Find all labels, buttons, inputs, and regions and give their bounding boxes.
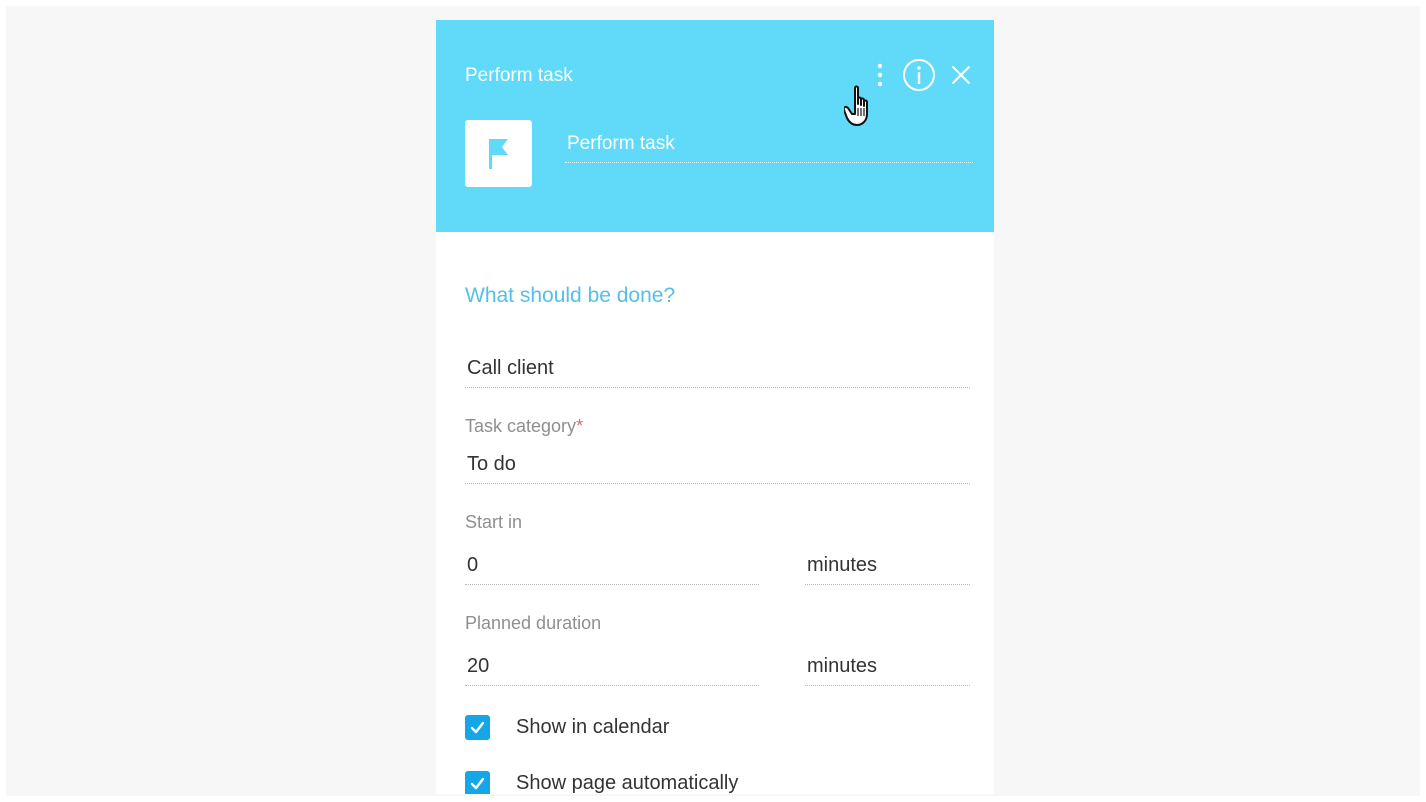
- header-actions: [872, 58, 972, 92]
- panel-body: What should be done? Call client Task ca…: [436, 232, 994, 794]
- flag-icon: [488, 138, 508, 169]
- start-in-value: 0: [467, 554, 479, 576]
- show-page-automatically-checkbox[interactable]: Show page automatically: [465, 771, 738, 794]
- show-page-automatically-label: Show page automatically: [516, 772, 739, 794]
- element-name-field[interactable]: Perform task: [565, 126, 973, 163]
- section-title: What should be done?: [465, 284, 676, 307]
- checkmark-icon: [470, 721, 485, 734]
- planned-duration-input[interactable]: 20: [465, 639, 759, 686]
- start-in-unit-value: minutes: [807, 554, 878, 576]
- close-icon[interactable]: [950, 64, 972, 86]
- start-in-label: Start in: [465, 512, 523, 532]
- process-element-panel: Perform task Perform task What should be…: [436, 20, 994, 794]
- panel-title: Perform task: [465, 65, 573, 86]
- required-marker: *: [576, 416, 584, 436]
- task-category-label: Task category*: [465, 416, 584, 436]
- start-in-unit-select[interactable]: minutes: [805, 538, 970, 585]
- planned-duration-label: Planned duration: [465, 613, 602, 633]
- task-description-field[interactable]: Call client: [465, 330, 970, 388]
- planned-duration-unit-value: minutes: [807, 655, 878, 677]
- checkmark-icon: [470, 777, 485, 790]
- task-category-select[interactable]: To do: [465, 442, 970, 484]
- show-in-calendar-checkbox[interactable]: Show in calendar: [465, 715, 669, 740]
- checkbox-checked[interactable]: [465, 715, 490, 740]
- panel-header: Perform task Perform task: [436, 20, 994, 232]
- element-icon-box[interactable]: [465, 120, 532, 187]
- planned-duration-value: 20: [467, 655, 490, 677]
- task-category-value: To do: [467, 453, 516, 475]
- element-name-value: Perform task: [567, 133, 675, 154]
- start-in-input[interactable]: 0: [465, 538, 759, 585]
- info-icon[interactable]: [902, 58, 936, 92]
- planned-duration-unit-select[interactable]: minutes: [805, 639, 970, 686]
- task-description-value: Call client: [467, 357, 554, 379]
- checkbox-checked[interactable]: [465, 771, 490, 794]
- kebab-menu-icon[interactable]: [872, 59, 888, 91]
- show-in-calendar-label: Show in calendar: [516, 716, 670, 738]
